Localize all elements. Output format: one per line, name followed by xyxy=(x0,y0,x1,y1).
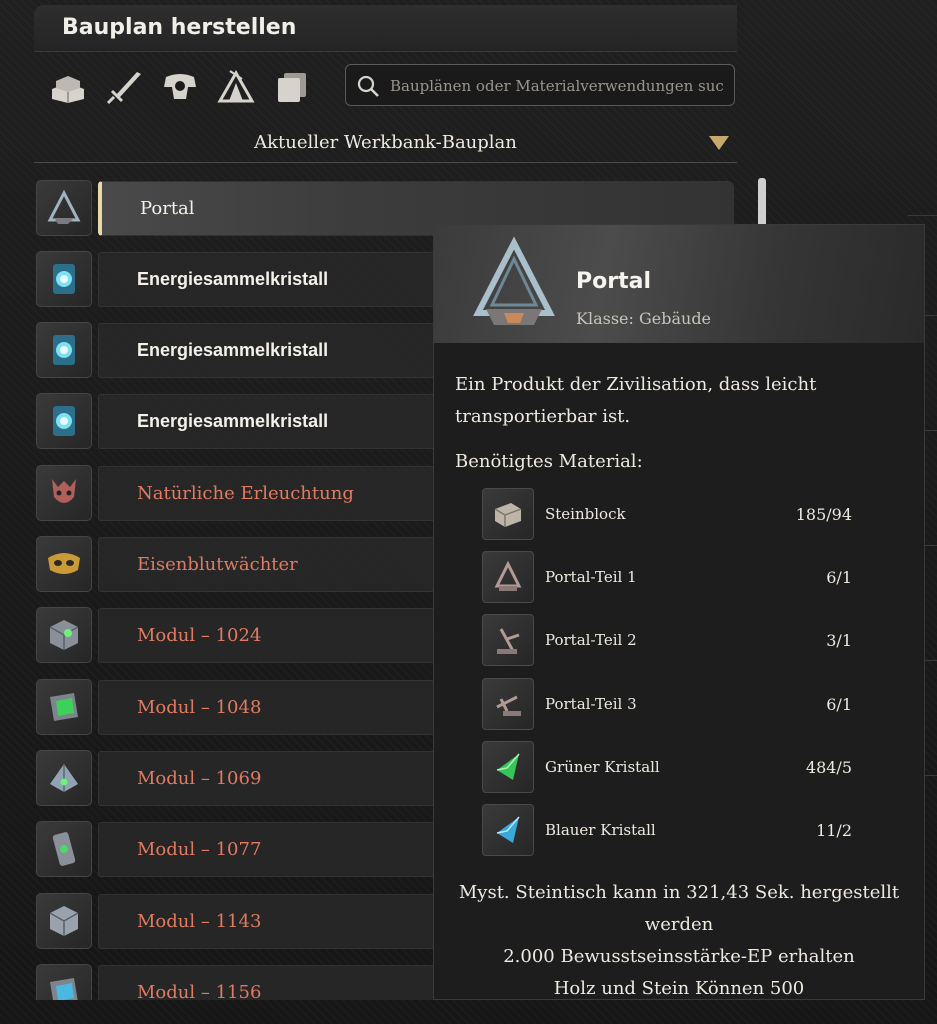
window-title: Bauplan herstellen xyxy=(62,15,297,40)
tooltip-item-class: Klasse: Gebäude xyxy=(576,309,712,328)
material-quantity: 484/5 xyxy=(805,758,852,777)
portal-icon xyxy=(36,180,92,236)
list-item-label: Portal xyxy=(140,198,195,219)
list-scrollbar[interactable] xyxy=(758,178,766,230)
material-row: Grüner Kristall 484/5 xyxy=(482,741,902,795)
building-blocks-icon[interactable] xyxy=(46,66,90,108)
crystal-card-icon xyxy=(36,322,92,378)
tooltip-item-name: Portal xyxy=(576,269,651,294)
blueprint-panel: Bauplan herstellen Aktueller Werkbank-Ba… xyxy=(0,0,937,1024)
description-line: Ein Produkt der Zivilisation, dass leich… xyxy=(455,374,817,395)
material-row: Steinblock 185/94 xyxy=(482,488,902,542)
chevron-down-icon xyxy=(709,136,729,150)
material-row: Portal-Teil 1 6/1 xyxy=(482,551,902,605)
material-row: Portal-Teil 2 3/1 xyxy=(482,614,902,668)
portal-part-icon xyxy=(482,678,534,730)
list-item-label: Modul – 1077 xyxy=(137,839,262,860)
tooltip-description: Ein Produkt der Zivilisation, dass leich… xyxy=(455,369,895,433)
crystal-card-icon xyxy=(36,393,92,449)
list-item-label: Modul – 1024 xyxy=(137,625,262,646)
dropdown-selected-label: Aktueller Werkbank-Bauplan xyxy=(254,132,517,153)
list-item-label: Energiesammelkristall xyxy=(137,411,329,431)
list-item-label: Modul – 1048 xyxy=(137,697,262,718)
camp-tent-icon[interactable] xyxy=(214,66,258,108)
tooltip-header: Portal Klasse: Gebäude xyxy=(434,225,924,343)
material-name: Grüner Kristall xyxy=(545,758,660,776)
tooltip-footer: Myst. Steintisch kann in 321,43 Sek. her… xyxy=(434,877,924,1005)
weapon-icon[interactable] xyxy=(102,66,146,108)
search-input[interactable] xyxy=(388,71,732,101)
material-name: Portal-Teil 3 xyxy=(545,695,637,713)
title-bar: Bauplan herstellen xyxy=(34,5,737,52)
material-name: Portal-Teil 1 xyxy=(545,568,637,586)
material-name: Portal-Teil 2 xyxy=(545,631,637,649)
list-item-label: Eisenblutwächter xyxy=(137,554,298,575)
list-item-label: Energiesammelkristall xyxy=(137,269,329,289)
list-item-label: Natürliche Erleuchtung xyxy=(137,483,354,504)
skill-requirement-text: Holz und Stein Können 500 xyxy=(553,978,805,999)
module-cube-icon xyxy=(36,893,92,949)
portal-part-icon xyxy=(482,551,534,603)
material-quantity: 11/2 xyxy=(816,821,852,840)
experience-reward-text: 2.000 Bewusstseinsstärke-EP erhalten xyxy=(503,946,855,967)
list-item-label: Modul – 1143 xyxy=(137,911,262,932)
material-name: Steinblock xyxy=(545,505,626,523)
stone-block-icon xyxy=(482,488,534,540)
list-item-label: Energiesammelkristall xyxy=(137,340,329,360)
search-box[interactable] xyxy=(345,64,735,106)
armor-icon[interactable] xyxy=(158,66,202,108)
module-scroll-icon xyxy=(36,964,92,1000)
list-item-label: Modul – 1069 xyxy=(137,768,262,789)
cards-icon[interactable] xyxy=(270,66,314,108)
module-scroll-icon xyxy=(36,679,92,735)
mask-icon xyxy=(36,465,92,521)
material-name: Blauer Kristall xyxy=(545,821,656,839)
material-quantity: 3/1 xyxy=(826,631,852,650)
item-tooltip: Portal Klasse: Gebäude Ein Produkt der Z… xyxy=(433,224,925,1000)
material-row: Portal-Teil 3 6/1 xyxy=(482,678,902,732)
material-quantity: 185/94 xyxy=(795,505,852,524)
portal-part-icon xyxy=(482,614,534,666)
crafting-time-text: Myst. Steintisch kann in 321,43 Sek. her… xyxy=(458,882,900,903)
module-cube-icon xyxy=(36,607,92,663)
material-quantity: 6/1 xyxy=(826,695,852,714)
portal-icon xyxy=(473,236,555,325)
list-item-label: Modul – 1156 xyxy=(137,982,262,1000)
blueprint-filter-dropdown[interactable]: Aktueller Werkbank-Bauplan xyxy=(34,122,737,163)
crafting-time-text: werden xyxy=(644,914,714,935)
materials-heading: Benötigtes Material: xyxy=(455,451,643,472)
golden-mask-icon xyxy=(36,536,92,592)
module-chip-icon xyxy=(36,821,92,877)
material-quantity: 6/1 xyxy=(826,568,852,587)
category-tabs xyxy=(46,66,314,108)
green-crystal-icon xyxy=(482,741,534,793)
module-pyramid-icon xyxy=(36,750,92,806)
description-line: transportierbar ist. xyxy=(455,406,631,427)
material-row: Blauer Kristall 11/2 xyxy=(482,804,902,858)
search-icon xyxy=(357,75,379,97)
blue-crystal-icon xyxy=(482,804,534,856)
crystal-card-icon xyxy=(36,251,92,307)
